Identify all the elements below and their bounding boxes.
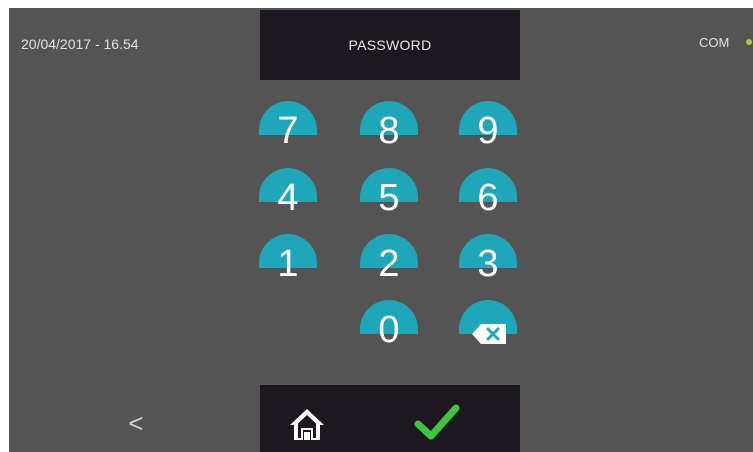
key-label: 3 — [477, 243, 499, 285]
key-4[interactable]: 4 — [259, 168, 317, 224]
key-label: 1 — [277, 243, 299, 285]
key-2[interactable]: 2 — [360, 234, 418, 290]
com-label: COM — [699, 35, 730, 50]
backspace-button[interactable] — [459, 300, 517, 356]
key-label: 0 — [378, 309, 400, 351]
key-6[interactable]: 6 — [459, 168, 517, 224]
screen: 20/04/2017 - 16.54 PASSWORD COM 7 8 9 4 … — [9, 8, 753, 452]
home-icon — [290, 409, 324, 440]
checkmark-icon — [414, 404, 460, 440]
key-label: 6 — [477, 177, 499, 219]
key-9[interactable]: 9 — [459, 101, 517, 157]
page-title: PASSWORD — [348, 37, 432, 53]
key-label: 7 — [277, 110, 299, 152]
page-title-box: PASSWORD — [260, 10, 520, 80]
home-button[interactable] — [289, 406, 325, 442]
key-3[interactable]: 3 — [459, 234, 517, 290]
key-label: 8 — [378, 110, 400, 152]
key-label: 9 — [477, 110, 499, 152]
back-button[interactable]: < — [121, 406, 151, 440]
key-0[interactable]: 0 — [360, 300, 418, 356]
confirm-button[interactable] — [414, 402, 460, 444]
key-label: 4 — [277, 177, 299, 219]
key-7[interactable]: 7 — [259, 101, 317, 157]
key-label: 5 — [378, 177, 400, 219]
backspace-icon — [472, 324, 506, 344]
com-status-indicator — [746, 39, 752, 45]
key-5[interactable]: 5 — [360, 168, 418, 224]
datetime: 20/04/2017 - 16.54 — [21, 36, 139, 52]
key-label: 2 — [378, 243, 400, 285]
key-8[interactable]: 8 — [360, 101, 418, 157]
key-1[interactable]: 1 — [259, 234, 317, 290]
